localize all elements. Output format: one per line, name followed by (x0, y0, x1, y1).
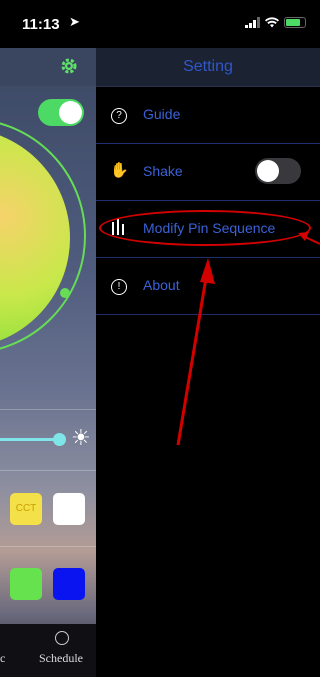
blue-preset-button[interactable] (53, 568, 85, 600)
status-icons (245, 17, 306, 28)
highlight-ellipse (99, 210, 311, 246)
shake-hand-icon: ✋ (110, 162, 129, 179)
tab-music-label[interactable]: c (0, 651, 5, 666)
divider (0, 470, 96, 471)
settings-item-label: Shake (143, 163, 183, 179)
wifi-icon (265, 17, 279, 28)
brightness-slider-knob[interactable] (53, 433, 66, 446)
status-bar: 11:13 ➤ (0, 0, 320, 48)
divider (0, 546, 96, 547)
settings-item-about[interactable]: ! About (96, 258, 320, 315)
arc-handle[interactable] (60, 288, 70, 298)
brightness-slider[interactable] (0, 438, 60, 441)
battery-icon (284, 17, 306, 28)
white-preset-button[interactable] (53, 493, 85, 525)
page-title: Setting (183, 58, 233, 75)
power-toggle[interactable] (38, 99, 84, 126)
settings-item-label: Guide (143, 106, 181, 122)
green-preset-button[interactable] (10, 568, 42, 600)
divider (0, 409, 96, 410)
exclamation-circle-icon: ! (110, 276, 128, 295)
tab-schedule-label[interactable]: Schedule (39, 651, 83, 666)
settings-header: Setting (96, 48, 320, 87)
background-app: ☀ CCT c Schedule (0, 48, 96, 677)
status-time: 11:13 (22, 16, 60, 33)
shake-toggle[interactable] (255, 158, 301, 184)
signal-icon (245, 17, 260, 28)
question-circle-icon: ? (110, 105, 128, 124)
gear-icon[interactable] (60, 57, 78, 75)
settings-item-shake[interactable]: ✋ Shake (96, 144, 320, 201)
background-topbar (0, 48, 96, 86)
settings-item-guide[interactable]: ? Guide (96, 87, 320, 144)
settings-panel: Setting ? Guide ✋ Shake Modify Pin Seque… (96, 48, 320, 677)
settings-item-label: About (143, 277, 180, 293)
location-arrow-icon: ➤ (69, 14, 80, 29)
sun-icon: ☀ (71, 425, 91, 450)
cct-preset-button[interactable]: CCT (10, 493, 42, 525)
timer-icon[interactable] (55, 631, 69, 645)
